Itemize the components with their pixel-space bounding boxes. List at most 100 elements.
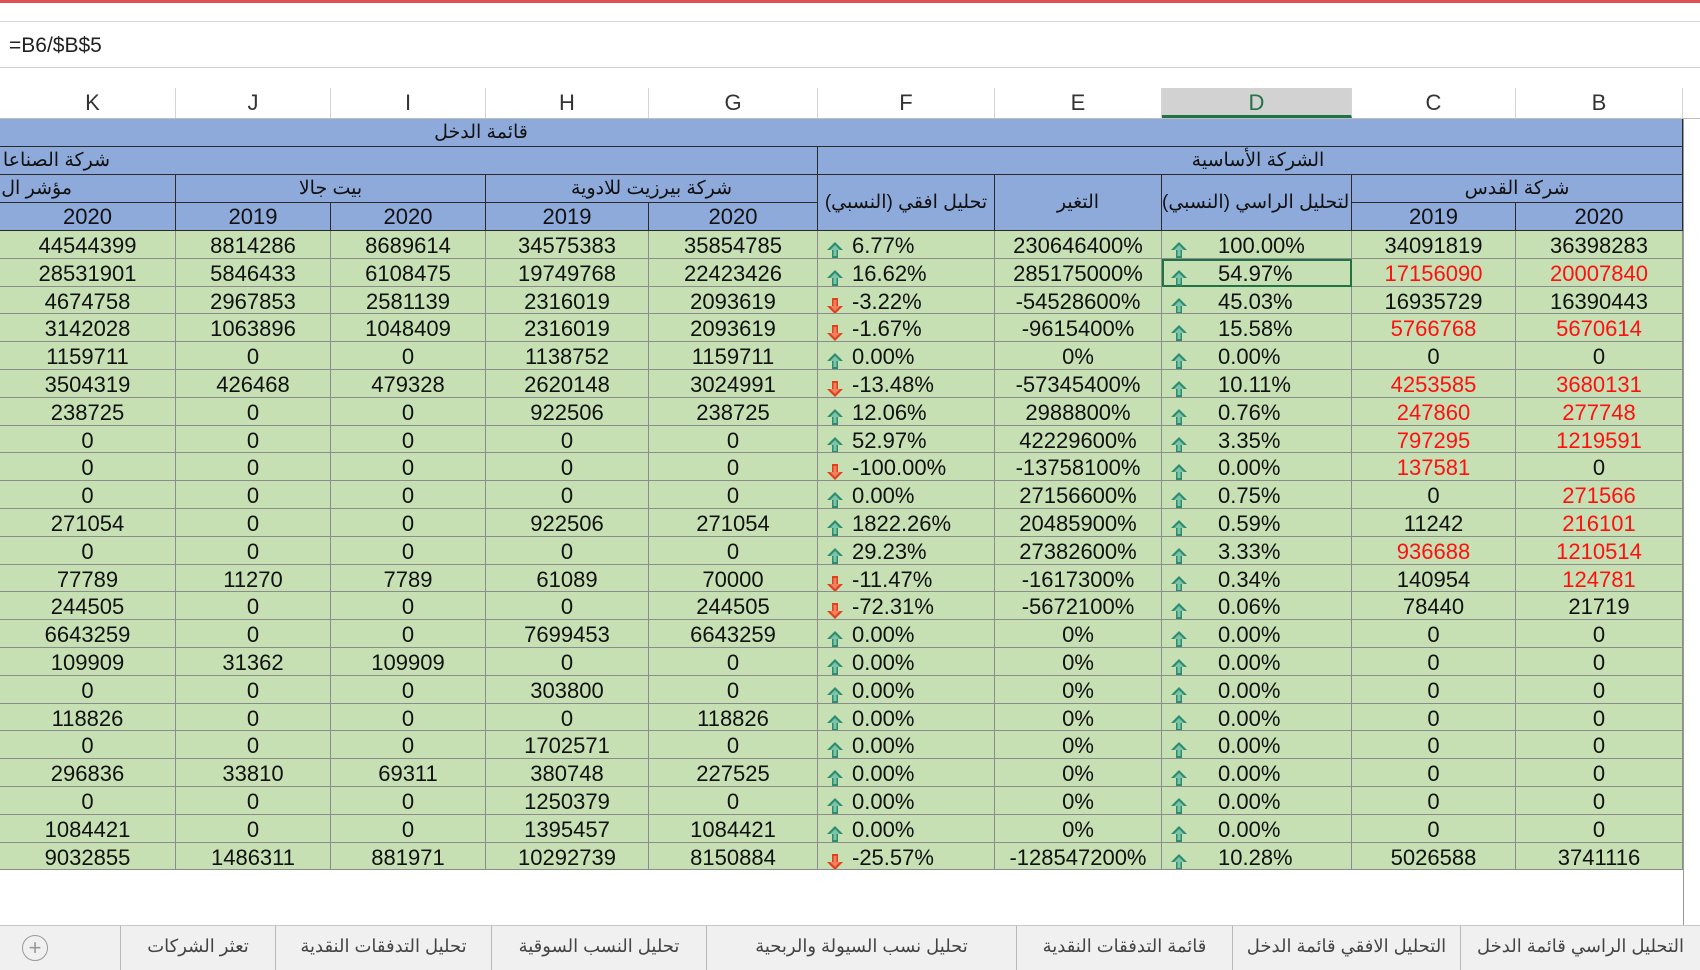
cell-H[interactable]: 380748 [486,759,649,787]
column-header-C[interactable]: C [1352,88,1516,118]
cell-B[interactable]: 0 [1516,648,1683,676]
cell-E[interactable]: 2988800% [995,397,1162,426]
cell-H[interactable]: 19749768 [486,258,649,287]
cell-C[interactable]: 0 [1352,675,1516,704]
cell-K[interactable]: 0 [0,731,176,760]
cell-I[interactable]: 0 [331,453,486,482]
cell-K[interactable]: 0 [0,536,176,565]
cell-C[interactable]: 140954 [1352,564,1516,593]
cell-D[interactable]: 0.06% [1162,592,1352,621]
cell-D[interactable]: 10.28% [1162,842,1352,871]
cell-G[interactable]: 6643259 [649,620,818,648]
cell-I[interactable]: 2581139 [331,286,486,315]
cell-I[interactable]: 109909 [331,648,486,676]
cell-F[interactable]: 12.06% [818,397,995,426]
cell-F[interactable]: 52.97% [818,425,995,454]
cell-G[interactable]: 0 [649,536,818,565]
cell-J[interactable]: 1486311 [176,842,331,871]
cell-J[interactable]: 0 [176,509,331,537]
cell-H[interactable]: 0 [486,536,649,565]
header-indicator[interactable]: مؤشر ال [0,175,176,203]
cell-J[interactable]: 0 [176,425,331,454]
cell-G[interactable]: 1084421 [649,814,818,843]
cell-D[interactable]: 0.76% [1162,397,1352,426]
cell-B[interactable]: 5670614 [1516,314,1683,343]
cell-H[interactable]: 0 [486,703,649,732]
cell-G[interactable]: 0 [649,453,818,482]
formula-bar[interactable]: =B6/$B$5 [0,22,1700,68]
cell-K[interactable]: 0 [0,453,176,482]
cell-I[interactable]: 69311 [331,759,486,787]
cell-E[interactable]: 230646400% [995,231,1162,259]
cell-K[interactable]: 0 [0,675,176,704]
cell-D[interactable]: 0.00% [1162,759,1352,787]
cell-C[interactable]: 78440 [1352,592,1516,621]
cell-E[interactable]: -57345400% [995,370,1162,398]
cell-I[interactable]: 1048409 [331,314,486,343]
cell-F[interactable]: 0.00% [818,675,995,704]
cell-E[interactable]: 0% [995,759,1162,787]
column-header-B[interactable]: B [1516,88,1683,118]
column-header-G[interactable]: G [649,88,818,118]
cell-B[interactable]: 216101 [1516,509,1683,537]
cell-F[interactable]: -3.22% [818,286,995,315]
cell-E[interactable]: -9615400% [995,314,1162,343]
cell-F[interactable]: 0.00% [818,731,995,760]
cell-E[interactable]: 27156600% [995,481,1162,509]
cell-K[interactable]: 271054 [0,509,176,537]
cell-F[interactable]: 1822.26% [818,509,995,537]
cell-H[interactable]: 922506 [486,509,649,537]
cell-G[interactable]: 22423426 [649,258,818,287]
cell-E[interactable]: -54528600% [995,286,1162,315]
cell-E[interactable]: 0% [995,648,1162,676]
cell-I[interactable]: 0 [331,592,486,621]
cell-C[interactable]: 16935729 [1352,286,1516,315]
cell-F[interactable]: 0.00% [818,620,995,648]
cell-C[interactable]: 936688 [1352,536,1516,565]
cell-E[interactable]: 0% [995,703,1162,732]
cell-B[interactable]: 0 [1516,342,1683,370]
cell-J[interactable]: 0 [176,731,331,760]
column-header-K[interactable]: K [10,88,176,118]
cell-I[interactable]: 0 [331,397,486,426]
cell-I[interactable]: 0 [331,787,486,815]
cell-H[interactable]: 61089 [486,564,649,593]
cell-H[interactable]: 0 [486,453,649,482]
cell-F[interactable]: 0.00% [818,648,995,676]
cell-E[interactable]: -1617300% [995,564,1162,593]
cell-I[interactable]: 0 [331,425,486,454]
cell-K[interactable]: 3142028 [0,314,176,343]
cell-C[interactable]: 0 [1352,731,1516,760]
cell-B[interactable]: 3741116 [1516,842,1683,871]
header-change[interactable]: التغير [995,175,1162,231]
cell-K[interactable]: 77789 [0,564,176,593]
cell-H[interactable]: 0 [486,425,649,454]
cell-D[interactable]: 0.00% [1162,814,1352,843]
cell-C[interactable]: 0 [1352,481,1516,509]
cell-C[interactable]: 11242 [1352,509,1516,537]
cell-C[interactable]: 247860 [1352,397,1516,426]
cell-K[interactable]: 0 [0,787,176,815]
cell-I[interactable]: 0 [331,481,486,509]
cell-B[interactable]: 0 [1516,675,1683,704]
year-G[interactable]: 2020 [649,203,818,231]
cell-H[interactable]: 303800 [486,675,649,704]
cell-K[interactable]: 0 [0,425,176,454]
cell-J[interactable]: 8814286 [176,231,331,259]
cell-I[interactable]: 0 [331,731,486,760]
cell-I[interactable]: 0 [331,675,486,704]
cell-I[interactable]: 0 [331,509,486,537]
cell-I[interactable]: 0 [331,703,486,732]
cell-G[interactable]: 35854785 [649,231,818,259]
header-base-company[interactable]: الشركة الأساسية [818,147,1683,175]
cell-E[interactable]: 0% [995,342,1162,370]
cell-D[interactable]: 3.35% [1162,425,1352,454]
cell-F[interactable]: 6.77% [818,231,995,259]
cell-K[interactable]: 6643259 [0,620,176,648]
cell-J[interactable]: 0 [176,675,331,704]
column-header-H[interactable]: H [486,88,649,118]
cell-K[interactable]: 118826 [0,703,176,732]
cell-C[interactable]: 5766768 [1352,314,1516,343]
cell-F[interactable]: -11.47% [818,564,995,593]
header-horizontal-analysis[interactable]: تحليل افقي (النسبي) [818,175,995,231]
